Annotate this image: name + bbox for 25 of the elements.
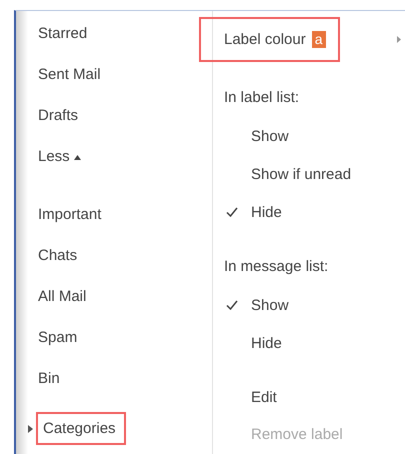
colour-swatch: a: [312, 31, 326, 48]
categories-expander[interactable]: Categories: [36, 412, 126, 445]
sidebar-link[interactable]: Drafts: [36, 99, 88, 132]
sidebar-link[interactable]: All Mail: [36, 280, 96, 313]
menu-option[interactable]: Hide: [213, 193, 405, 231]
menu-option[interactable]: Show: [213, 117, 405, 155]
less-toggle[interactable]: Less: [36, 140, 91, 173]
menu-action[interactable]: Edit: [213, 379, 405, 416]
submenu-arrow-icon: [397, 36, 401, 43]
sidebar-link[interactable]: Important: [36, 198, 112, 231]
sidebar-link[interactable]: Sent Mail: [36, 58, 111, 91]
sidebar-link[interactable]: Spam: [36, 321, 88, 354]
section-heading: In message list:: [223, 257, 330, 277]
label-colour-item[interactable]: Label colour a: [199, 17, 340, 62]
sidebar-link[interactable]: Starred: [36, 17, 98, 50]
sidebar-link[interactable]: Chats: [36, 239, 88, 272]
expand-triangle-icon: [28, 424, 33, 432]
menu-option[interactable]: Show: [213, 286, 405, 324]
menu-option[interactable]: Hide: [213, 324, 405, 362]
check-icon: [226, 300, 238, 310]
menu-option[interactable]: Show if unread: [213, 155, 405, 193]
sidebar-link[interactable]: Bin: [36, 362, 70, 395]
section-heading: In label list:: [223, 88, 300, 108]
caret-up-icon: [74, 154, 81, 160]
check-icon: [226, 207, 238, 217]
